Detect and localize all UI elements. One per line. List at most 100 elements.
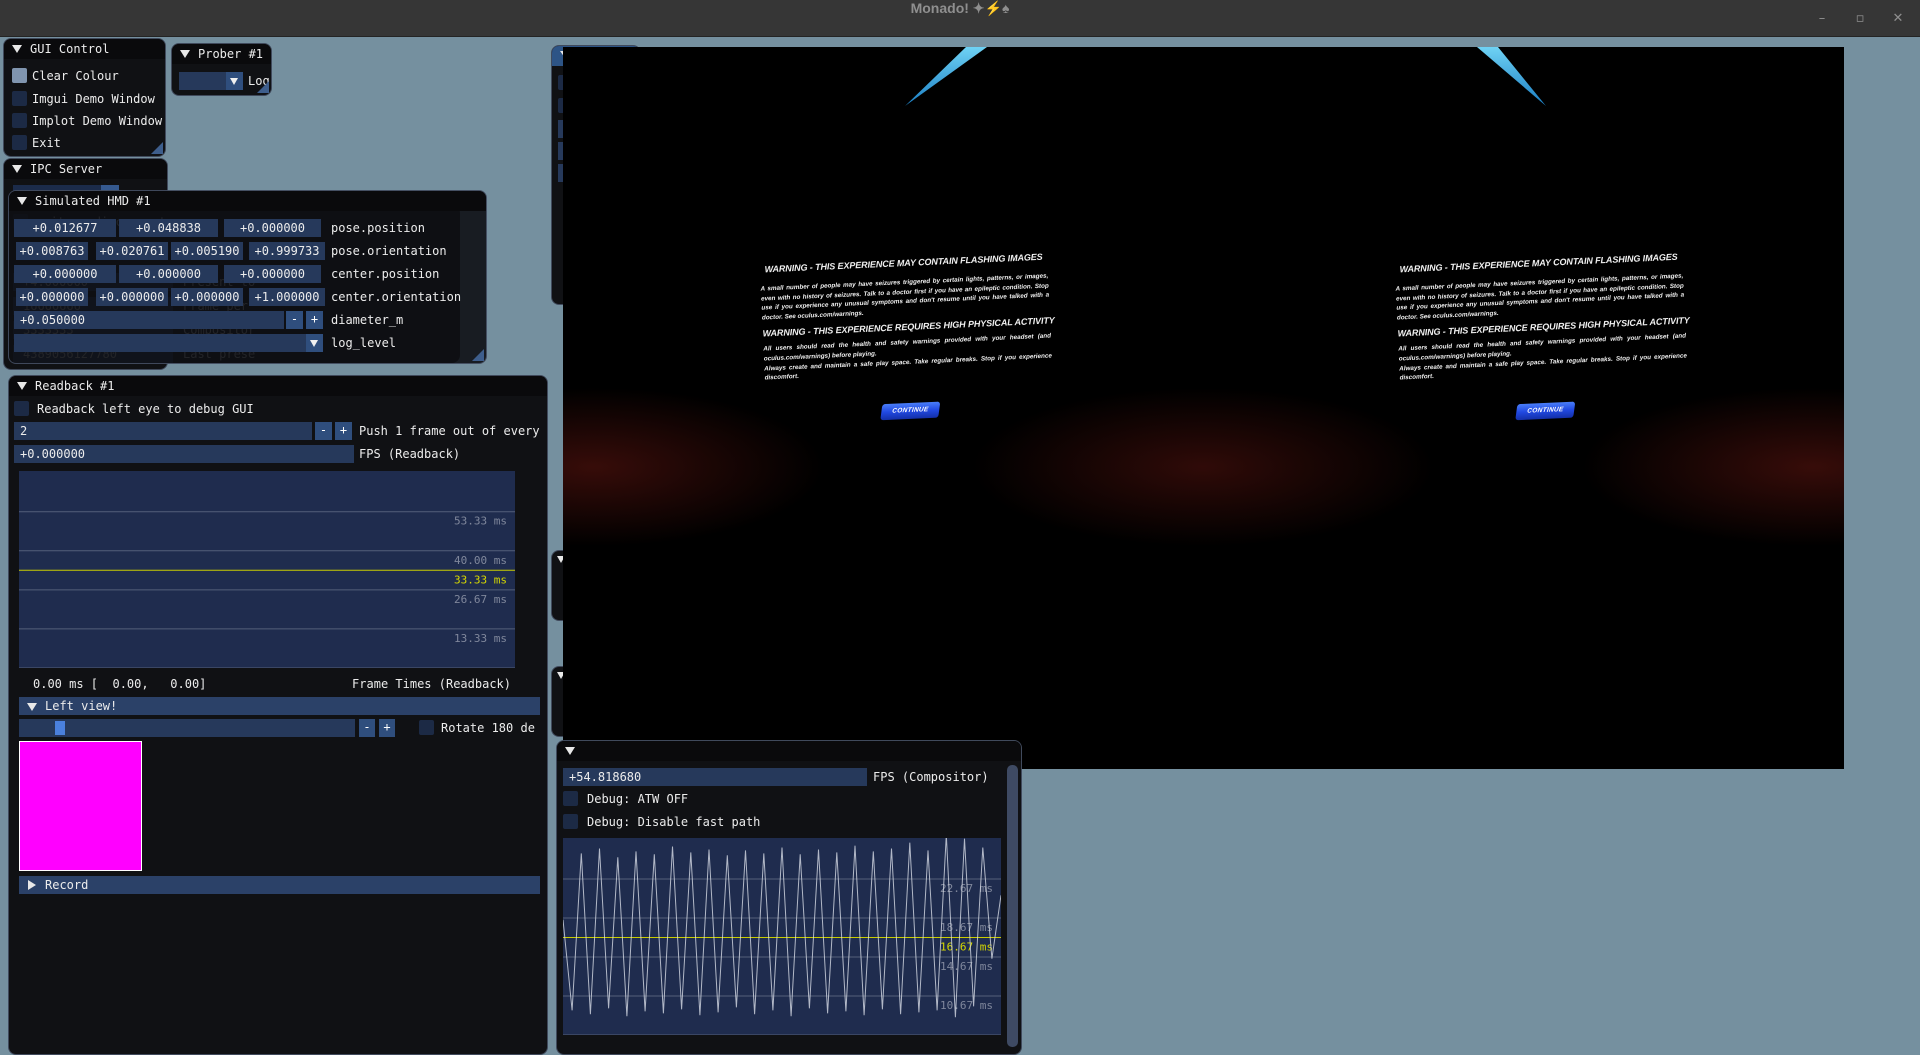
scale-slider[interactable]: Scale 50.000000% bbox=[19, 719, 355, 737]
os-titlebar: Monado! ✦⚡♠ – ▫ ✕ bbox=[0, 0, 1920, 37]
window-controls: – ▫ ✕ bbox=[1814, 0, 1906, 36]
os-window-title: Monado! ✦⚡♠ bbox=[0, 0, 1920, 36]
maximize-button[interactable]: ▫ bbox=[1852, 11, 1868, 26]
collapse-icon[interactable] bbox=[17, 197, 27, 205]
debug-fastpath-label: Debug: Disable fast path bbox=[587, 813, 760, 831]
readback-window: Readback #1 Readback left eye to debug G… bbox=[8, 375, 548, 1055]
exit-checkbox[interactable] bbox=[12, 135, 27, 150]
prober-title: Prober #1 bbox=[198, 47, 263, 61]
compositor-window: +54.818680 FPS (Compositor) Debug: ATW O… bbox=[556, 740, 1022, 1055]
collapse-icon[interactable] bbox=[180, 50, 190, 58]
push-frame-input[interactable]: 2 bbox=[14, 422, 312, 440]
svg-text:14.67 ms: 14.67 ms bbox=[940, 960, 993, 973]
streak-left-eye bbox=[905, 47, 987, 106]
record-header[interactable]: Record bbox=[19, 876, 540, 894]
collapse-icon[interactable] bbox=[12, 45, 22, 53]
gui-control-titlebar[interactable]: GUI Control bbox=[4, 39, 165, 59]
rotate-180-label: Rotate 180 de bbox=[441, 719, 535, 737]
minimize-button[interactable]: – bbox=[1814, 11, 1830, 26]
clear-colour-label: Clear Colour bbox=[32, 67, 119, 85]
resize-grip[interactable] bbox=[151, 142, 163, 154]
log-level-combo[interactable]: Info bbox=[179, 72, 243, 90]
center-orientation-x[interactable]: +0.000000 bbox=[16, 288, 88, 306]
simulated-hmd-window: Simulated HMD #1 +0.012677 +0.048838 +0.… bbox=[8, 190, 487, 364]
collapse-icon[interactable] bbox=[28, 880, 36, 890]
slider-grab[interactable] bbox=[55, 721, 65, 735]
ipc-server-titlebar[interactable]: IPC Server bbox=[4, 159, 167, 179]
pose-orientation-y[interactable]: +0.020761 bbox=[96, 242, 168, 260]
collapse-icon[interactable] bbox=[27, 703, 37, 711]
pose-orientation-z[interactable]: +0.005190 bbox=[171, 242, 243, 260]
scale-plus-button[interactable]: + bbox=[379, 719, 395, 737]
svg-text:40.00 ms: 40.00 ms bbox=[454, 554, 507, 567]
gui-control-title: GUI Control bbox=[30, 42, 109, 56]
implot-demo-checkbox[interactable] bbox=[12, 113, 27, 128]
pose-orientation-w[interactable]: +0.999733 bbox=[249, 242, 325, 260]
readback-left-eye-label: Readback left eye to debug GUI bbox=[37, 400, 254, 418]
compositor-titlebar[interactable] bbox=[557, 741, 1021, 761]
diameter-input[interactable]: +0.050000 bbox=[14, 311, 284, 329]
center-orientation-z[interactable]: +0.000000 bbox=[171, 288, 243, 306]
svg-text:53.33 ms: 53.33 ms bbox=[454, 515, 507, 528]
center-position-x[interactable]: +0.000000 bbox=[14, 265, 116, 283]
fps-compositor-input[interactable]: +54.818680 bbox=[563, 768, 867, 786]
vr-compositor-view: WARNING - THIS EXPERIENCE MAY CONTAIN FL… bbox=[563, 47, 1844, 769]
warning-block-right-eye: WARNING - THIS EXPERIENCE MAY CONTAIN FL… bbox=[1395, 252, 1690, 426]
center-position-z[interactable]: +0.000000 bbox=[224, 265, 321, 283]
collapse-icon[interactable] bbox=[565, 747, 575, 755]
log-level-label: log_level bbox=[331, 334, 396, 352]
resize-grip[interactable] bbox=[472, 349, 484, 361]
readback-titlebar[interactable]: Readback #1 bbox=[9, 376, 547, 396]
diameter-plus-button[interactable]: + bbox=[306, 311, 323, 329]
pose-position-label: pose.position bbox=[331, 219, 425, 237]
center-position-label: center.position bbox=[331, 265, 439, 283]
continue-button[interactable]: CONTINUE bbox=[880, 401, 940, 420]
resize-grip[interactable] bbox=[257, 81, 269, 93]
collapse-icon[interactable] bbox=[12, 165, 22, 173]
scrollbar[interactable] bbox=[1007, 765, 1018, 1047]
gui-control-window: GUI Control Clear Colour Imgui Demo Wind… bbox=[3, 38, 166, 157]
chevron-down-icon[interactable] bbox=[306, 334, 323, 352]
center-orientation-w[interactable]: +1.000000 bbox=[249, 288, 325, 306]
readback-left-eye-checkbox[interactable] bbox=[14, 401, 29, 416]
left-view-header[interactable]: Left view! bbox=[19, 697, 540, 715]
svg-text:26.67 ms: 26.67 ms bbox=[454, 593, 507, 606]
imgui-demo-checkbox[interactable] bbox=[12, 91, 27, 106]
fps-readback-input[interactable]: +0.000000 bbox=[14, 445, 354, 463]
log-level-combo[interactable]: Warn bbox=[14, 334, 323, 352]
fps-compositor-label: FPS (Compositor) bbox=[873, 768, 989, 786]
prober-window: Prober #1 Info Log bbox=[171, 43, 272, 96]
readback-title: Readback #1 bbox=[35, 379, 114, 393]
push-frame-minus-button[interactable]: - bbox=[315, 422, 332, 440]
collapse-icon[interactable] bbox=[17, 382, 27, 390]
prober-titlebar[interactable]: Prober #1 bbox=[172, 44, 271, 64]
desktop: { "titlebar": {"title": "Monado! ✦⚡♠", "… bbox=[0, 0, 1920, 1048]
pose-orientation-x[interactable]: +0.008763 bbox=[16, 242, 88, 260]
pose-position-y[interactable]: +0.048838 bbox=[119, 219, 218, 237]
debug-atw-label: Debug: ATW OFF bbox=[587, 790, 688, 808]
frame-times-compositor-plot: 22.67 ms18.67 ms16.67 ms14.67 ms10.67 ms… bbox=[563, 838, 1001, 1035]
imgui-demo-label: Imgui Demo Window bbox=[32, 90, 155, 108]
streak-right-eye bbox=[1477, 47, 1546, 106]
plot-status-text: 0.00 ms [ 0.00, 0.00] bbox=[33, 675, 206, 693]
debug-atw-checkbox[interactable] bbox=[563, 791, 578, 806]
push-frame-plus-button[interactable]: + bbox=[335, 422, 352, 440]
diameter-minus-button[interactable]: - bbox=[286, 311, 303, 329]
close-button[interactable]: ✕ bbox=[1890, 11, 1906, 26]
chevron-down-icon[interactable] bbox=[226, 72, 243, 90]
scale-minus-button[interactable]: - bbox=[359, 719, 375, 737]
svg-text:18.67 ms: 18.67 ms bbox=[940, 921, 993, 934]
fps-readback-label: FPS (Readback) bbox=[359, 445, 460, 463]
center-position-y[interactable]: +0.000000 bbox=[119, 265, 218, 283]
implot-demo-label: Implot Demo Window bbox=[32, 112, 162, 130]
center-orientation-y[interactable]: +0.000000 bbox=[96, 288, 168, 306]
pose-position-z[interactable]: +0.000000 bbox=[224, 219, 321, 237]
rotate-180-checkbox[interactable] bbox=[419, 720, 434, 735]
pose-position-x[interactable]: +0.012677 bbox=[14, 219, 116, 237]
svg-text:13.33 ms: 13.33 ms bbox=[454, 632, 507, 645]
continue-button[interactable]: CONTINUE bbox=[1515, 401, 1575, 420]
simulated-hmd-titlebar[interactable]: Simulated HMD #1 bbox=[9, 191, 486, 211]
ipc-server-title: IPC Server bbox=[30, 162, 102, 176]
clear-colour-checkbox[interactable] bbox=[12, 68, 27, 83]
debug-fastpath-checkbox[interactable] bbox=[563, 814, 578, 829]
